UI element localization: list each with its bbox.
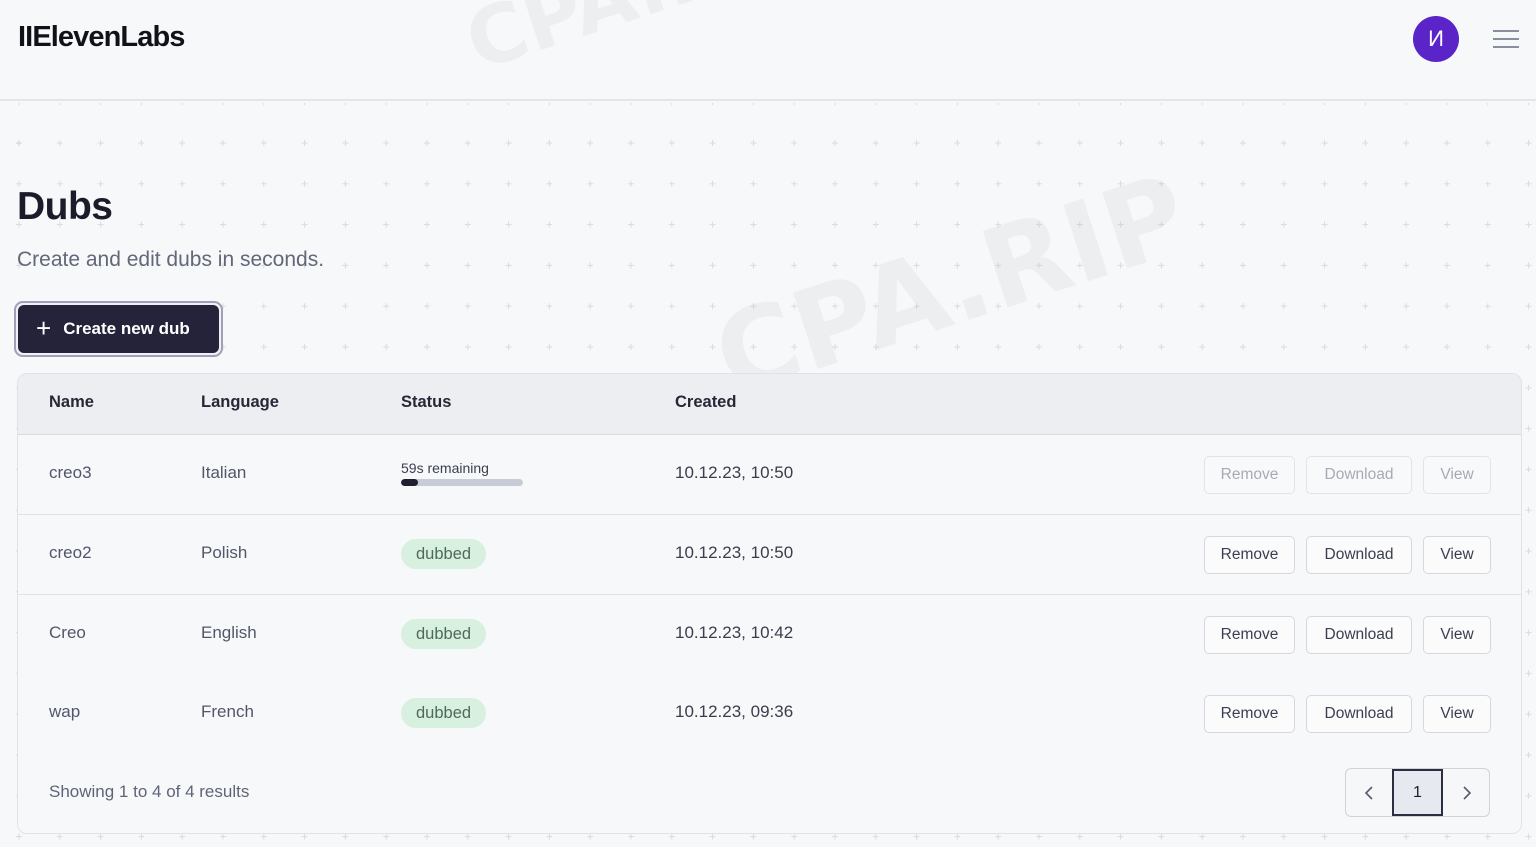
remove-button[interactable]: Remove: [1204, 695, 1295, 733]
table-row: wap French dubbed 10.12.23, 09:36 Remove…: [18, 674, 1521, 754]
column-header-status: Status: [401, 393, 452, 411]
progress-fill: [401, 479, 419, 486]
dub-created: 10.12.23, 10:50: [675, 463, 794, 482]
logo[interactable]: IIElevenLabs: [18, 21, 185, 54]
user-avatar[interactable]: И: [1413, 16, 1459, 62]
hamburger-menu-icon[interactable]: [1493, 28, 1519, 50]
view-button[interactable]: View: [1423, 456, 1491, 494]
table-row: creo3 Italian 59s remaining 10.12.23, 10…: [18, 435, 1521, 515]
dub-created: 10.12.23, 10:50: [675, 543, 794, 562]
previous-page-button[interactable]: [1346, 769, 1392, 816]
column-header-name: Name: [49, 393, 94, 411]
dub-created: 10.12.23, 10:42: [675, 623, 794, 642]
download-button[interactable]: Download: [1306, 456, 1412, 494]
page-title: Dubs: [17, 185, 113, 228]
column-header-language: Language: [201, 393, 279, 411]
pagination: 1: [1345, 768, 1490, 817]
status-badge: dubbed: [401, 539, 487, 569]
view-button[interactable]: View: [1423, 536, 1491, 574]
remove-button[interactable]: Remove: [1204, 616, 1295, 654]
dub-name: wap: [49, 702, 81, 721]
table-footer: Showing 1 to 4 of 4 results 1: [18, 753, 1521, 833]
download-button[interactable]: Download: [1306, 695, 1412, 733]
dub-language: English: [201, 623, 257, 642]
progress-bar: [401, 479, 523, 486]
dub-name: Creo: [49, 623, 86, 642]
page-button-current[interactable]: 1: [1392, 769, 1443, 816]
dub-language: Polish: [201, 543, 248, 562]
download-button[interactable]: Download: [1306, 536, 1412, 574]
view-button[interactable]: View: [1423, 616, 1491, 654]
next-page-button[interactable]: [1443, 769, 1489, 816]
dub-language: French: [201, 702, 254, 721]
results-summary: Showing 1 to 4 of 4 results: [49, 782, 250, 801]
top-bar: IIElevenLabs И: [0, 0, 1536, 101]
dubs-table: Name Language Status Created creo3 Itali…: [17, 373, 1522, 834]
create-new-dub-button[interactable]: + Create new dub: [14, 301, 223, 357]
page-subtitle: Create and edit dubs in seconds.: [17, 248, 325, 271]
view-button[interactable]: View: [1423, 695, 1491, 733]
remove-button[interactable]: Remove: [1204, 536, 1295, 574]
chevron-left-icon: [1364, 785, 1373, 800]
column-header-created: Created: [675, 393, 737, 411]
table-row: creo2 Polish dubbed 10.12.23, 10:50 Remo…: [18, 515, 1521, 595]
table-row: Creo English dubbed 10.12.23, 10:42 Remo…: [18, 595, 1521, 675]
dub-language: Italian: [201, 463, 247, 482]
dub-name: creo2: [49, 543, 92, 562]
dub-created: 10.12.23, 09:36: [675, 702, 794, 721]
progress-status: 59s remaining: [401, 460, 525, 486]
progress-label: 59s remaining: [401, 460, 489, 476]
chevron-right-icon: [1463, 785, 1472, 800]
dub-name: creo3: [49, 463, 92, 482]
table-header: Name Language Status Created: [18, 374, 1521, 435]
create-button-label: Create new dub: [63, 319, 190, 338]
remove-button[interactable]: Remove: [1204, 456, 1295, 494]
download-button[interactable]: Download: [1306, 616, 1412, 654]
plus-icon: +: [36, 313, 52, 343]
status-badge: dubbed: [401, 698, 487, 728]
status-badge: dubbed: [401, 619, 487, 649]
